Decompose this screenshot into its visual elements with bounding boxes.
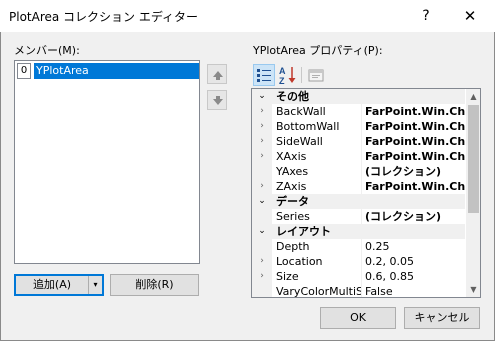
property-name: Size xyxy=(276,269,362,284)
property-row[interactable]: › Size 0.6, 0.85 xyxy=(252,269,465,284)
scroll-down-arrow[interactable]: ▼ xyxy=(466,282,480,297)
ok-button[interactable]: OK xyxy=(320,307,396,329)
property-name: Series xyxy=(276,209,362,224)
expand-chevron-icon[interactable]: › xyxy=(256,269,268,284)
window-title: PlotArea コレクション エディター xyxy=(9,10,199,24)
property-name: Location xyxy=(276,254,362,269)
property-value[interactable]: FarPoint.Win.Chart xyxy=(363,119,465,134)
property-value[interactable]: 0.6, 0.85 xyxy=(363,269,465,284)
property-value[interactable]: (コレクション) xyxy=(363,209,465,224)
expand-chevron-icon[interactable]: › xyxy=(256,104,268,119)
property-grid-rows: ⌄その他›BackWallFarPoint.Win.Chart›BottomWa… xyxy=(252,89,465,298)
property-row[interactable]: Depth 0.25 xyxy=(252,239,465,254)
property-pages-button[interactable] xyxy=(305,64,327,86)
collapse-chevron-icon[interactable]: ⌄ xyxy=(256,194,268,209)
arrow-down-icon xyxy=(213,96,223,105)
alphabetical-view-button[interactable]: A Z xyxy=(277,64,299,86)
property-name: ZAxis xyxy=(276,179,362,194)
property-toolbar: A Z xyxy=(253,64,333,86)
property-row[interactable]: Series (コレクション) xyxy=(252,209,465,224)
sort-az-icon: A Z xyxy=(279,66,296,86)
scrollbar-thumb[interactable] xyxy=(468,105,479,213)
svg-text:A: A xyxy=(279,66,286,76)
members-label: メンバー(M): xyxy=(14,44,80,57)
property-name: VaryColorMultiS xyxy=(276,284,362,298)
property-row[interactable]: › ZAxisFarPoint.Win.Chart xyxy=(252,179,465,194)
expand-chevron-icon xyxy=(256,284,268,297)
expand-chevron-icon[interactable]: › xyxy=(256,254,268,269)
expand-chevron-icon[interactable]: › xyxy=(256,179,268,194)
delete-button[interactable]: 削除(R) xyxy=(110,274,199,296)
property-pages-icon xyxy=(308,69,324,82)
categorized-icon xyxy=(257,69,271,82)
property-row[interactable]: YAxes (コレクション) xyxy=(252,164,465,179)
members-list[interactable]: 0 YPlotArea xyxy=(14,60,200,264)
property-value[interactable]: (コレクション) xyxy=(363,164,465,179)
property-value[interactable]: 0.2, 0.05 xyxy=(363,254,465,269)
property-name: SideWall xyxy=(276,134,362,149)
property-row[interactable]: › BackWallFarPoint.Win.Chart xyxy=(252,104,465,119)
property-category-row[interactable]: ⌄ その他 xyxy=(252,89,465,104)
property-grid-scrollbar[interactable]: ▲ ▼ xyxy=(466,89,480,297)
property-value[interactable]: False xyxy=(363,284,465,297)
title-bar[interactable]: PlotArea コレクション エディター ? ✕ xyxy=(0,0,495,32)
member-name[interactable]: YPlotArea xyxy=(34,63,199,79)
property-value[interactable]: FarPoint.Win.Chart xyxy=(363,149,465,164)
expand-chevron-icon[interactable]: › xyxy=(256,149,268,164)
property-row[interactable]: › SideWallFarPoint.Win.Chart xyxy=(252,134,465,149)
property-value[interactable]: FarPoint.Win.Chart xyxy=(363,179,465,194)
cancel-button[interactable]: キャンセル xyxy=(404,307,480,329)
property-row[interactable]: › Location 0.2, 0.05 xyxy=(252,254,465,269)
expand-chevron-icon[interactable]: › xyxy=(256,134,268,149)
scroll-up-arrow[interactable]: ▲ xyxy=(466,89,480,104)
property-value[interactable]: FarPoint.Win.Chart xyxy=(363,134,465,149)
arrow-up-icon xyxy=(213,71,223,80)
move-up-button[interactable] xyxy=(207,64,227,84)
property-category-row[interactable]: ⌄ レイアウト xyxy=(252,224,465,239)
member-item[interactable]: 0 YPlotArea xyxy=(17,63,199,79)
expand-chevron-icon xyxy=(256,209,268,224)
toolbar-separator xyxy=(301,67,302,83)
property-row[interactable]: VaryColorMultiS False xyxy=(252,284,465,298)
category-label: データ xyxy=(276,195,309,208)
add-button-label: 追加(A) xyxy=(32,278,72,291)
expand-chevron-icon xyxy=(256,164,268,179)
property-row[interactable]: › BottomWallFarPoint.Win.Chart xyxy=(252,119,465,134)
collapse-chevron-icon[interactable]: ⌄ xyxy=(256,224,268,239)
close-button[interactable]: ✕ xyxy=(450,0,490,32)
property-name: BottomWall xyxy=(276,119,362,134)
property-row[interactable]: › XAxisFarPoint.Win.Chart xyxy=(252,149,465,164)
move-down-button[interactable] xyxy=(207,90,227,110)
category-label: レイアウト xyxy=(276,225,331,238)
add-button[interactable]: 追加(A) ▾ xyxy=(14,274,104,296)
expand-chevron-icon xyxy=(256,239,268,254)
member-index: 0 xyxy=(17,63,31,79)
collapse-chevron-icon[interactable]: ⌄ xyxy=(256,89,268,104)
property-value[interactable]: 0.25 xyxy=(363,239,465,254)
category-label: その他 xyxy=(276,90,309,103)
add-dropdown-arrow[interactable]: ▾ xyxy=(88,276,102,294)
property-value[interactable]: FarPoint.Win.Chart xyxy=(363,104,465,119)
help-button[interactable]: ? xyxy=(406,0,446,32)
property-grid[interactable]: ⌄その他›BackWallFarPoint.Win.Chart›BottomWa… xyxy=(251,88,481,298)
property-category-row[interactable]: ⌄ データ xyxy=(252,194,465,209)
property-name: Depth xyxy=(276,239,362,254)
categorized-view-button[interactable] xyxy=(253,64,275,86)
properties-label: YPlotArea プロパティ(P): xyxy=(253,44,383,57)
property-name: BackWall xyxy=(276,104,362,119)
svg-text:Z: Z xyxy=(279,76,285,86)
expand-chevron-icon[interactable]: › xyxy=(256,119,268,134)
property-name: XAxis xyxy=(276,149,362,164)
property-name: YAxes xyxy=(276,164,362,179)
